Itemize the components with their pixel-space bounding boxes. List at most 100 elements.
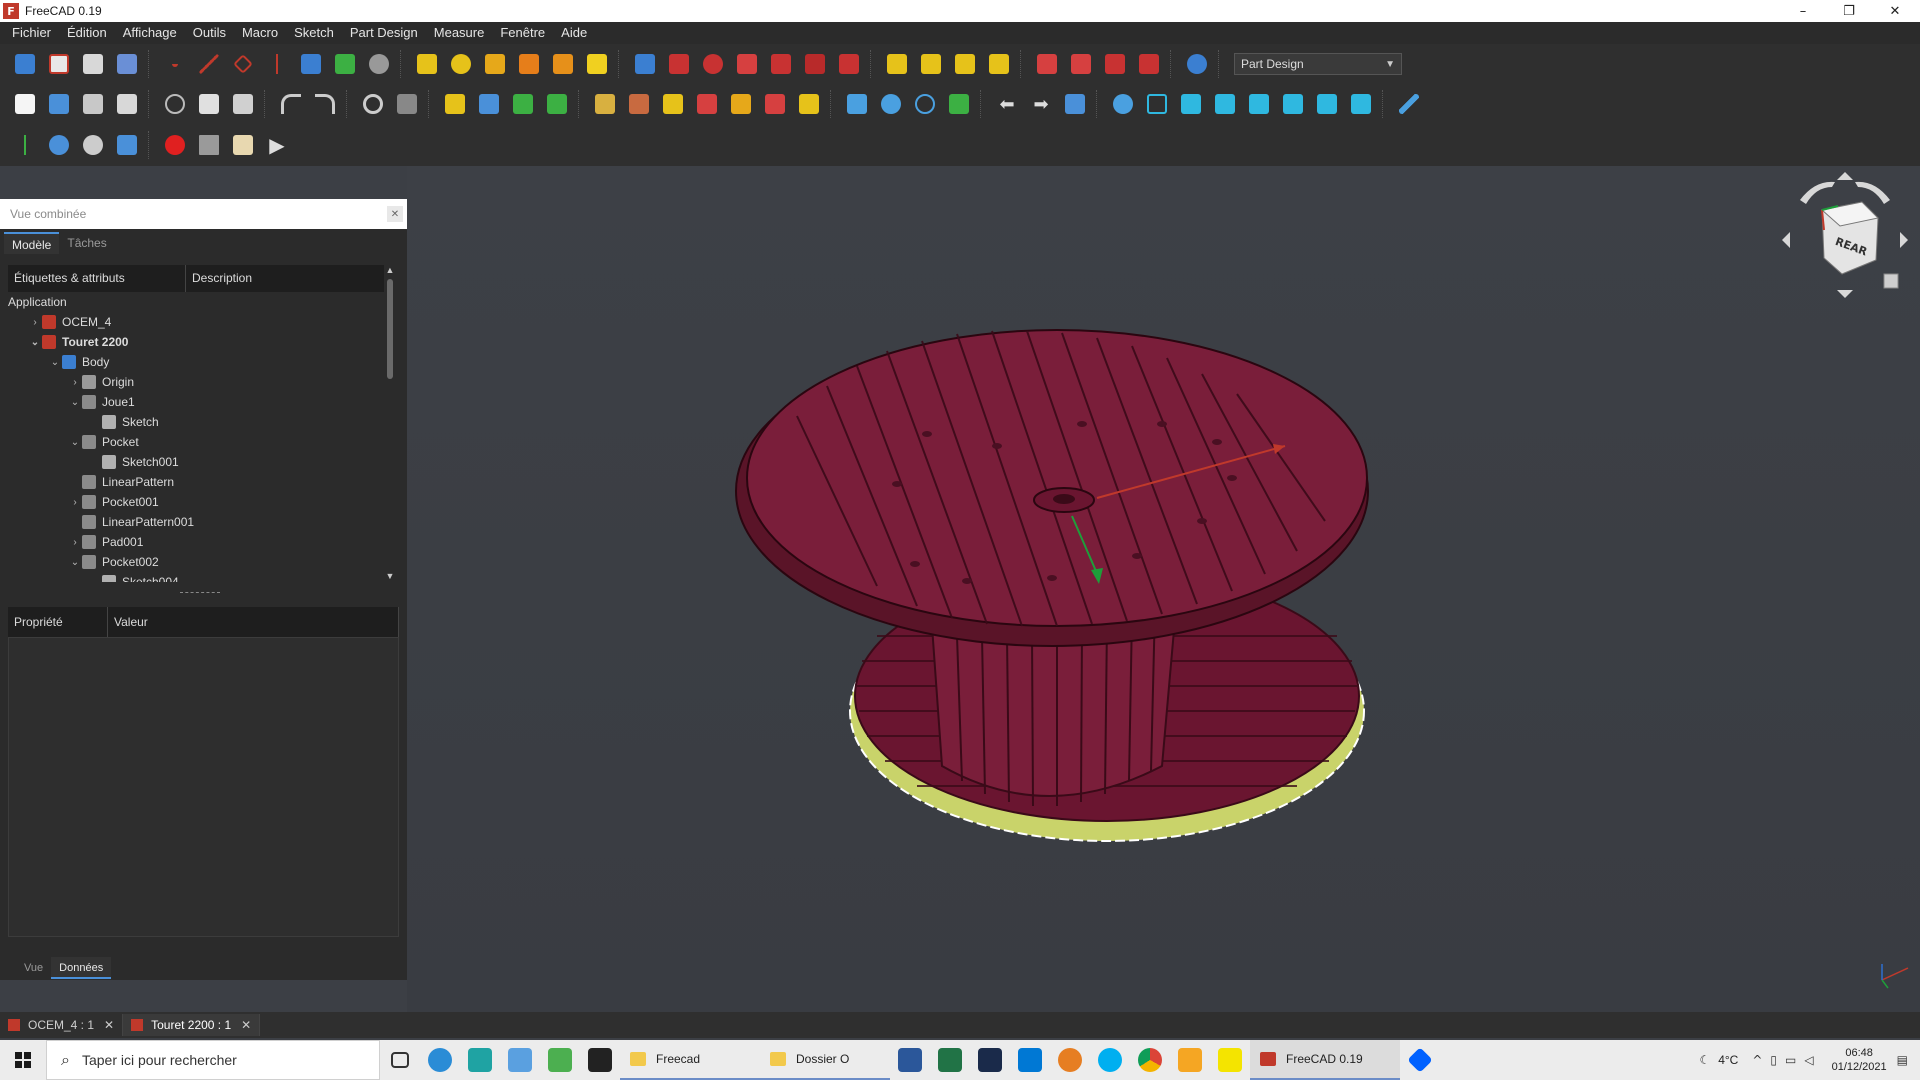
app-icon-yellow[interactable] [1210,1040,1250,1080]
forward-button[interactable]: ➡ [1027,90,1055,118]
zoom-fit-button[interactable] [843,90,871,118]
mirrored-button[interactable] [883,50,911,78]
expand-toggle-icon[interactable]: ⌄ [68,437,82,448]
fit-all-button[interactable] [591,90,619,118]
map-sketch-button[interactable] [113,131,141,159]
expand-toggle-icon[interactable]: ⌄ [68,397,82,408]
edit-sketch-button[interactable] [45,131,73,159]
link-actions-button[interactable] [543,90,571,118]
tree-item[interactable]: LinearPattern [68,472,174,492]
dropbox-app-icon[interactable] [1400,1040,1440,1080]
menu-aide[interactable]: Aide [553,22,595,44]
tree-scrollbar[interactable]: ▲ ▼ [384,265,396,583]
perspective-button[interactable] [761,90,789,118]
subtractive-helix-button[interactable] [801,50,829,78]
save-button[interactable] [79,90,107,118]
app-icon-orange[interactable] [1050,1040,1090,1080]
start-button[interactable] [0,1040,46,1080]
panel-splitter[interactable] [180,592,220,596]
front-view-button[interactable] [1177,90,1205,118]
chrome-app-icon[interactable] [1130,1040,1170,1080]
menu-measure[interactable]: Measure [426,22,493,44]
clipping-button[interactable] [795,90,823,118]
additive-pipe-button[interactable] [515,50,543,78]
pocket-button[interactable] [631,50,659,78]
additive-loft-button[interactable] [481,50,509,78]
datum-line-button[interactable] [195,50,223,78]
macro-record-button[interactable] [161,131,189,159]
additive-helix-button[interactable] [549,50,577,78]
tree-item[interactable]: Sketch [88,412,159,432]
tree-item[interactable]: Application [8,292,67,312]
new-file-button[interactable] [11,90,39,118]
menu-sketch[interactable]: Sketch [286,22,342,44]
menu-outils[interactable]: Outils [185,22,234,44]
tree-item[interactable]: ⌄ Pocket [68,432,139,452]
expand-toggle-icon[interactable]: › [68,537,82,548]
tree-item[interactable]: Sketch001 [88,452,179,472]
close-panel-icon[interactable]: ✕ [387,206,403,222]
hole-button[interactable] [665,50,693,78]
macro-stop-button[interactable] [195,131,223,159]
close-icon[interactable]: ✕ [104,1018,114,1032]
7zip-app-icon[interactable] [580,1040,620,1080]
bottom-view-button[interactable] [1313,90,1341,118]
clock[interactable]: 06:48 01/12/2021 [1832,1046,1887,1074]
export-button[interactable] [79,50,107,78]
leave-sketch-button[interactable] [79,131,107,159]
redo-button[interactable] [311,90,339,118]
zoom-button[interactable] [877,90,905,118]
tree-item[interactable]: › Origin [68,372,134,392]
tray-device-icon[interactable]: ▯ [1770,1053,1777,1067]
stereo-button[interactable] [727,90,755,118]
draft-button[interactable] [1101,50,1129,78]
rotate-view-button[interactable] [911,90,939,118]
volume-icon[interactable]: ◁ [1804,1053,1813,1067]
menu-macro[interactable]: Macro [234,22,286,44]
scroll-up-icon[interactable]: ▲ [384,265,396,277]
tab-view[interactable]: Vue [16,957,51,979]
fillet-button[interactable] [1033,50,1061,78]
whats-this-button[interactable] [393,90,421,118]
std-views-button[interactable] [1061,90,1089,118]
workbench-selector[interactable]: Part Design ▼ [1234,53,1402,75]
navigation-cube[interactable]: REAR [1780,170,1910,310]
bounding-box-button[interactable] [693,90,721,118]
view-fit-button[interactable] [1109,90,1137,118]
polar-pattern-button[interactable] [951,50,979,78]
app-icon-4[interactable] [540,1040,580,1080]
nav-right-arrow-icon[interactable] [1900,232,1908,248]
revolution-button[interactable] [447,50,475,78]
left-view-button[interactable] [1347,90,1375,118]
print-button[interactable] [113,90,141,118]
axis-cross-button[interactable] [11,131,39,159]
nav-rotate-right-icon[interactable] [1855,181,1890,204]
close-icon[interactable]: ✕ [241,1018,251,1032]
weather-moon-icon[interactable]: ☾ [1699,1053,1710,1067]
taskbar-freecad-app[interactable]: FreeCAD 0.19 [1250,1040,1400,1080]
chamfer-button[interactable] [1067,50,1095,78]
nav-up-arrow-icon[interactable] [1837,172,1853,180]
pad-button[interactable] [413,50,441,78]
word-app-icon[interactable] [890,1040,930,1080]
cut-button[interactable] [161,90,189,118]
rear-view-button[interactable] [1279,90,1307,118]
minimize-button[interactable]: – [1780,0,1826,22]
tree-item[interactable]: ⌄ Joue1 [68,392,135,412]
expand-toggle-icon[interactable]: ⌄ [68,557,82,568]
network-icon[interactable]: ▭ [1785,1053,1796,1067]
shape-binder-button[interactable] [113,50,141,78]
macro-run-button[interactable]: ▶ [263,131,291,159]
tab-tasks[interactable]: Tâches [59,232,114,254]
taskbar-dossier[interactable]: Dossier O [760,1040,890,1080]
sub-shape-binder-button[interactable] [297,50,325,78]
nav-rotate-left-icon[interactable] [1800,181,1835,204]
task-view-button[interactable] [380,1040,420,1080]
tab-data[interactable]: Données [51,957,112,979]
subtractive-pipe-button[interactable] [767,50,795,78]
expand-toggle-icon[interactable]: ⌄ [28,337,42,348]
skype-app-icon[interactable] [1090,1040,1130,1080]
menu-affichage[interactable]: Affichage [115,22,185,44]
link-button[interactable] [509,90,537,118]
expand-toggle-icon[interactable]: ⌄ [48,357,62,368]
